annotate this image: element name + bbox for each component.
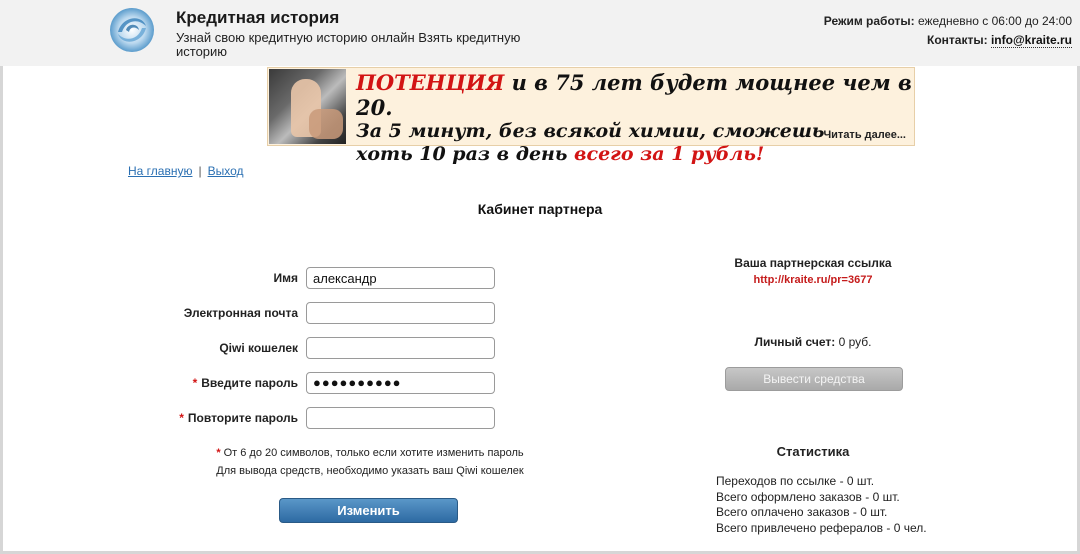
- contact-email-link[interactable]: info@kraite.ru: [990, 33, 1072, 48]
- stats-item: Всего оплачено заказов - 0 шт.: [716, 505, 888, 519]
- banner-read-more-link[interactable]: Читать далее...: [823, 129, 906, 141]
- name-label: Имя: [273, 271, 298, 285]
- balance-label: Личный счет:: [754, 335, 836, 349]
- swirl-logo-icon[interactable]: [108, 6, 156, 54]
- banner-headline-red: ПОТЕНЦИЯ: [356, 70, 505, 95]
- required-mark: *: [179, 411, 184, 425]
- repeat-password-row: * Повторите пароль: [0, 407, 500, 429]
- home-link[interactable]: На главную: [128, 164, 192, 178]
- stats-item: Всего оформлено заказов - 0 шт.: [716, 489, 900, 504]
- password-hint: * От 6 до 20 символов, только если хотите…: [210, 447, 530, 459]
- qiwi-wallet-input[interactable]: [306, 337, 495, 359]
- breadcrumb-nav: На главную | Выход: [128, 164, 244, 178]
- banner-text: ПОТЕНЦИЯ и в 75 лет будет мощнее чем в 2…: [356, 70, 912, 166]
- stats-item: Переходов по ссылке - 0 шт.: [716, 474, 875, 488]
- required-mark: *: [216, 447, 221, 459]
- password-input[interactable]: ●●●●●●●●●●: [306, 372, 495, 394]
- repeat-password-input[interactable]: [306, 407, 495, 429]
- nav-separator: |: [198, 164, 202, 178]
- email-row: Электронная почта: [0, 302, 500, 324]
- logout-link[interactable]: Выход: [208, 164, 244, 178]
- password-row: * Введите пароль ●●●●●●●●●●: [0, 372, 500, 394]
- repeat-password-label: Повторите пароль: [187, 411, 298, 425]
- ad-banner[interactable]: ПОТЕНЦИЯ и в 75 лет будет мощнее чем в 2…: [267, 67, 915, 165]
- password-label-wrap: * Введите пароль: [193, 376, 298, 390]
- banner-line-3-red: всего за 1 рубль!: [574, 143, 765, 165]
- name-row: Имя: [0, 267, 500, 289]
- partner-link-title: Ваша партнерская ссылка: [734, 256, 892, 270]
- stats-list: Переходов по ссылке - 0 шт. Всего оформл…: [716, 474, 927, 536]
- qiwi-row: Qiwi кошелек: [0, 337, 500, 359]
- change-button[interactable]: Изменить: [279, 498, 458, 523]
- stats-item: Всего привлечено рефералов - 0 чел.: [716, 520, 927, 535]
- contacts: Контакты: info@kraite.ru: [927, 33, 1072, 48]
- balance-value: 0 руб.: [838, 335, 872, 349]
- withdraw-button[interactable]: Вывести средства: [725, 367, 903, 391]
- site-title: Кредитная история: [176, 8, 340, 27]
- repeat-label-wrap: * Повторите пароль: [179, 411, 298, 425]
- partner-link-url[interactable]: http://kraite.ru/pr=3677: [700, 274, 926, 286]
- banner-line-3-start: хоть 10 раз в день: [356, 143, 568, 165]
- name-input[interactable]: [306, 267, 495, 289]
- contacts-label: Контакты:: [927, 33, 988, 47]
- banner-line-3: хоть 10 раз в день всего за 1 рубль!: [356, 143, 912, 166]
- stats-title: Статистика: [776, 444, 850, 459]
- email-field[interactable]: [306, 302, 495, 324]
- page-title: Кабинет партнера: [477, 201, 603, 217]
- password-hint-text: От 6 до 20 символов, только если хотите …: [223, 447, 524, 459]
- qiwi-hint: Для вывода средств, необходимо указать в…: [216, 465, 524, 477]
- site-header: Кредитная история Узнай свою кредитную и…: [0, 0, 1080, 66]
- hours-label: Режим работы:: [823, 14, 915, 28]
- working-hours: Режим работы: ежедневно с 06:00 до 24:00: [824, 14, 1072, 28]
- qiwi-label: Qiwi кошелек: [219, 341, 298, 355]
- banner-line-1: ПОТЕНЦИЯ и в 75 лет будет мощнее чем в 2…: [356, 70, 912, 120]
- email-label: Электронная почта: [183, 306, 298, 320]
- balance: Личный счет: 0 руб.: [700, 335, 926, 349]
- banner-image: [269, 69, 346, 144]
- banner-figure-2: [309, 109, 343, 139]
- site-subtitle: Узнай свою кредитную историю онлайн Взят…: [176, 30, 521, 59]
- password-label: Введите пароль: [201, 376, 298, 390]
- required-mark: *: [192, 376, 198, 390]
- hours-value: ежедневно с 06:00 до 24:00: [917, 14, 1072, 28]
